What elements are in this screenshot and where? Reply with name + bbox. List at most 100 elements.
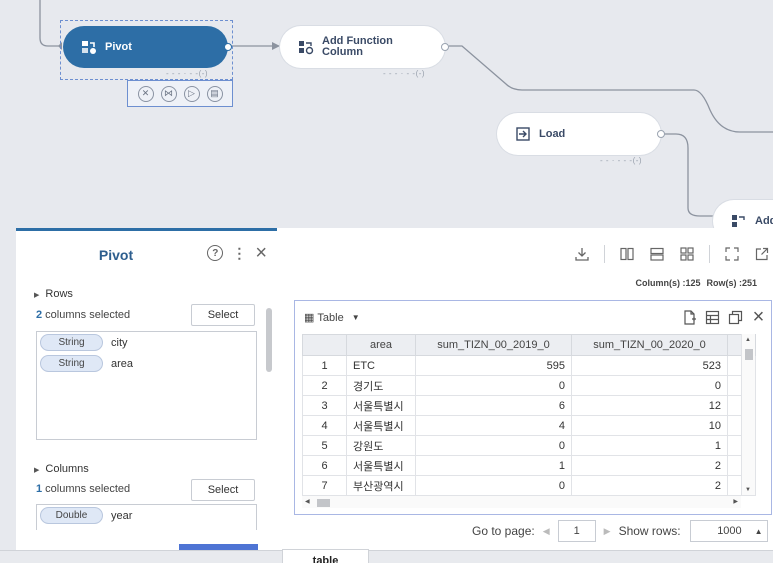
more-options-icon[interactable]: ⋮ [232, 246, 246, 260]
table-cell: 서울특별시 [346, 455, 416, 476]
column-count: Column(s) :125 [635, 278, 701, 288]
add-icon [732, 215, 745, 227]
table-cell: 12 [571, 395, 728, 416]
tab-table[interactable]: table [282, 549, 369, 563]
table-cell: 6 [415, 395, 572, 416]
table-row[interactable]: 6 서울특별시 1 2 [302, 455, 756, 476]
node-add[interactable]: Add [713, 200, 773, 228]
result-area: Column(s) :125 Row(s) :251 ▦ Table ▼ × a… [277, 228, 773, 550]
table-cell: 0 [415, 475, 572, 496]
delete-icon[interactable]: ▤ [206, 85, 223, 102]
play-icon[interactable]: ▷ [183, 85, 200, 102]
split-vertical-icon[interactable] [619, 246, 635, 262]
table-row[interactable]: 5 강원도 0 1 [302, 435, 756, 456]
node-add-function-column[interactable]: Add Function Column [280, 26, 449, 68]
table-header-row: area sum_TIZN_00_2019_0 sum_TIZN_00_2020… [302, 334, 756, 356]
table-row[interactable]: 4 서울특별시 4 10 [302, 415, 756, 436]
panel-scrollbar[interactable] [266, 308, 272, 372]
bottom-tab-bar: table [0, 549, 773, 563]
scroll-thumb[interactable] [317, 499, 330, 507]
row-index: 7 [302, 475, 347, 496]
show-rows-select[interactable]: 1000 ▲ [689, 520, 768, 542]
table-cell: 0 [571, 375, 728, 396]
row-count: Row(s) :251 [706, 278, 757, 288]
column-name: area [111, 357, 134, 370]
type-badge: String [40, 355, 103, 372]
pagination: Go to page: ◀ 1 ▶ Show rows: 1000 ▲ [472, 520, 768, 542]
help-icon[interactable]: ? [207, 245, 224, 261]
next-page-icon[interactable]: ▶ [604, 526, 611, 537]
list-item[interactable]: Double year [37, 505, 256, 526]
scroll-down-icon[interactable]: ▼ [745, 487, 751, 493]
list-item[interactable]: String area [37, 353, 256, 374]
copy-icon[interactable] [727, 309, 744, 326]
caret-down-icon: ▼ [351, 313, 360, 322]
table-cell: 2 [571, 475, 728, 496]
table-settings-icon[interactable] [704, 309, 721, 326]
close-icon[interactable]: × [255, 243, 267, 263]
close-icon[interactable]: × [750, 306, 767, 328]
flow-canvas[interactable]: Pivot - - - · - -(-) ✕ ⋈ ▷ ▤ Add Functio… [0, 0, 773, 228]
column-header[interactable]: area [346, 334, 416, 356]
page-number-input[interactable]: 1 [557, 520, 596, 542]
columns-column-list[interactable]: Double year [36, 504, 257, 530]
table-vertical-scrollbar[interactable]: ▲ ▼ [741, 334, 755, 495]
column-name: city [111, 336, 128, 349]
add-file-icon[interactable] [681, 309, 698, 326]
grid-layout-icon[interactable] [679, 246, 695, 262]
expand-icon[interactable] [724, 246, 740, 262]
node-label: Pivot [105, 40, 132, 53]
pivot-icon [82, 41, 96, 54]
node-label: Add [755, 214, 773, 227]
column-header[interactable]: sum_TIZN_00_2020_0 [571, 334, 728, 356]
split-horizontal-icon[interactable] [649, 246, 665, 262]
prev-page-icon[interactable]: ◀ [543, 526, 550, 537]
table-cell: 2 [571, 455, 728, 476]
download-icon[interactable] [574, 246, 590, 262]
goto-page-label: Go to page: [472, 524, 535, 538]
node-status: - - - · - -(-) [166, 69, 209, 78]
table-row[interactable]: 7 부산광역시 0 2 [302, 475, 756, 496]
rows-section-header[interactable]: ▶ Rows [34, 288, 73, 300]
node-pivot[interactable]: Pivot [63, 26, 232, 68]
table-horizontal-scrollbar[interactable]: ◀ ▶ [302, 495, 741, 508]
table-cell: 경기도 [346, 375, 416, 396]
rows-column-list[interactable]: String city String area [36, 331, 257, 440]
list-item[interactable]: String city [37, 332, 256, 353]
caret-right-icon: ▶ [34, 292, 40, 299]
columns-select-button[interactable]: Select [191, 479, 255, 501]
scroll-thumb[interactable] [745, 349, 753, 360]
scroll-left-icon[interactable]: ◀ [305, 498, 310, 505]
output-port[interactable] [441, 43, 449, 51]
row-index: 3 [302, 395, 347, 416]
external-link-icon[interactable] [754, 246, 770, 262]
columns-section-title: Columns [45, 463, 89, 475]
row-index: 2 [302, 375, 347, 396]
column-header[interactable]: sum_TIZN_00_2019_0 [415, 334, 572, 356]
columns-section-header[interactable]: ▶ Columns [34, 463, 89, 475]
load-icon [516, 127, 530, 141]
rows-section-title: Rows [45, 288, 73, 300]
table-row[interactable]: 2 경기도 0 0 [302, 375, 756, 396]
caret-right-icon: ▶ [34, 467, 40, 474]
row-index: 4 [302, 415, 347, 436]
table-tools: × [681, 306, 767, 328]
output-port[interactable] [657, 130, 665, 138]
table-cell: 서울특별시 [346, 395, 416, 416]
node-status: - - - · - -(-) [383, 69, 426, 78]
table-view-dropdown[interactable]: ▦ Table ▼ [304, 311, 360, 325]
rows-select-button[interactable]: Select [191, 304, 255, 326]
share-icon[interactable]: ⋈ [160, 85, 177, 102]
table-row[interactable]: 1 ETC 595 523 [302, 355, 756, 376]
table-cell: 10 [571, 415, 728, 436]
output-port[interactable] [224, 43, 232, 51]
table-cell: 서울특별시 [346, 415, 416, 436]
table-row[interactable]: 3 서울특별시 6 12 [302, 395, 756, 416]
panel-header-icons: ? ⋮ × [207, 243, 267, 263]
type-badge: Double [40, 507, 103, 524]
scroll-up-icon[interactable]: ▲ [745, 337, 751, 343]
scroll-right-icon[interactable]: ▶ [733, 498, 738, 505]
close-circle-icon[interactable]: ✕ [137, 85, 154, 102]
node-load[interactable]: Load [497, 113, 665, 155]
pivot-panel: Pivot ? ⋮ × ▶ Rows 2 columns selected Sel… [16, 228, 277, 563]
